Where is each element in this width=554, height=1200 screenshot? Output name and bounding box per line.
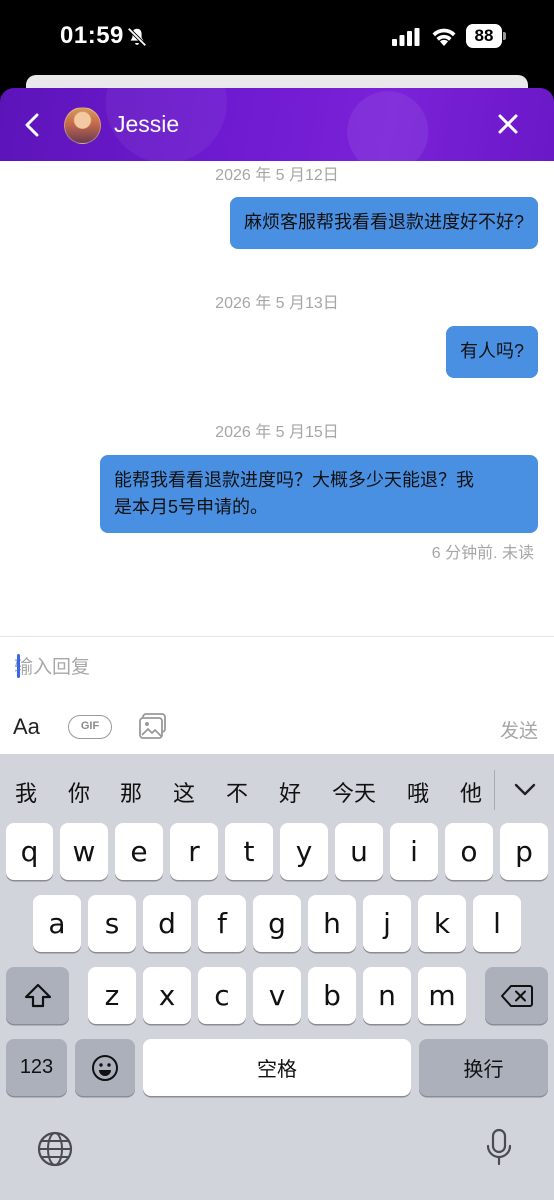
battery-level: 88 xyxy=(466,24,502,48)
numbers-key[interactable]: 123 xyxy=(6,1039,67,1096)
key-c[interactable]: c xyxy=(198,967,246,1024)
shift-icon xyxy=(24,983,51,1007)
image-icon[interactable] xyxy=(138,712,168,740)
wifi-icon xyxy=(432,28,456,46)
key-s[interactable]: s xyxy=(88,895,136,952)
candidate-word[interactable]: 他 xyxy=(460,776,482,808)
date-separator: 2026 年 5 月15日 xyxy=(215,424,339,441)
close-icon[interactable] xyxy=(494,110,522,138)
key-x[interactable]: x xyxy=(143,967,191,1024)
key-h[interactable]: h xyxy=(308,895,356,952)
candidate-word[interactable]: 那 xyxy=(120,776,142,808)
key-f[interactable]: f xyxy=(198,895,246,952)
key-n[interactable]: n xyxy=(363,967,411,1024)
message-text-line: 能帮我看看退款进度吗？大概多少天能退？我 xyxy=(114,470,474,490)
key-d[interactable]: d xyxy=(143,895,191,952)
contact-name: Jessie xyxy=(114,111,180,137)
date-separator: 2026 年 5 月13日 xyxy=(215,295,339,312)
key-l[interactable]: l xyxy=(473,895,521,952)
candidate-word[interactable]: 今天 xyxy=(332,776,376,808)
message-list[interactable]: 2026 年 5 月12日 麻烦客服帮我看看退款进度好不好? 2026 年 5 … xyxy=(0,161,554,636)
key-q[interactable]: q xyxy=(6,823,53,880)
candidate-word[interactable]: 这 xyxy=(173,776,195,808)
microphone-icon[interactable] xyxy=(484,1128,514,1168)
chat-header: Jessie xyxy=(0,88,554,161)
message-text-line: 是本月5号申请的。 xyxy=(114,497,269,517)
avatar[interactable] xyxy=(64,107,101,144)
delete-icon xyxy=(500,984,533,1007)
reply-input[interactable] xyxy=(14,655,494,681)
signal-icon xyxy=(392,28,420,46)
key-v[interactable]: v xyxy=(253,967,301,1024)
composer: Aa GIF 发送 xyxy=(0,636,554,754)
text-format-button[interactable]: Aa xyxy=(13,714,40,740)
shift-key[interactable] xyxy=(6,967,69,1024)
date-separator: 2026 年 5 月12日 xyxy=(215,167,339,184)
key-u[interactable]: u xyxy=(335,823,383,880)
candidate-word[interactable]: 不 xyxy=(226,776,248,808)
return-key[interactable]: 换行 xyxy=(419,1039,548,1096)
emoji-icon xyxy=(92,1054,118,1081)
bell-off-icon xyxy=(127,27,147,47)
key-e[interactable]: e xyxy=(115,823,163,880)
key-t[interactable]: t xyxy=(225,823,273,880)
send-button[interactable]: 发送 xyxy=(500,716,538,743)
candidate-word[interactable]: 我 xyxy=(15,776,37,808)
text-cursor xyxy=(17,654,20,678)
key-z[interactable]: z xyxy=(88,967,136,1024)
message-bubble[interactable]: 有人吗? xyxy=(445,326,538,378)
chevron-down-icon[interactable] xyxy=(512,778,538,800)
message-bubble[interactable]: 能帮我看看退款进度吗？大概多少天能退？我 是本月5号申请的。 xyxy=(100,455,538,533)
delete-key[interactable] xyxy=(485,967,548,1024)
emoji-key[interactable] xyxy=(75,1039,135,1096)
candidate-word[interactable]: 好 xyxy=(279,776,301,808)
candidate-word[interactable]: 你 xyxy=(68,776,90,808)
message-status: 6 分钟前. 未读 xyxy=(431,545,534,562)
status-time: 01:59 xyxy=(60,22,124,49)
key-g[interactable]: g xyxy=(253,895,301,952)
message-bubble[interactable]: 麻烦客服帮我看看退款进度好不好? xyxy=(229,197,538,249)
back-icon[interactable] xyxy=(18,110,48,140)
gif-button[interactable]: GIF xyxy=(68,715,112,739)
key-j[interactable]: j xyxy=(363,895,411,952)
candidate-word[interactable]: 哦 xyxy=(407,776,429,808)
candidate-bar: 我 你 那 这 不 好 今天 哦 他 xyxy=(0,754,554,824)
keyboard: 我 你 那 这 不 好 今天 哦 他 q w e r t y u i o p a… xyxy=(0,754,554,1200)
key-a[interactable]: a xyxy=(33,895,81,952)
key-b[interactable]: b xyxy=(308,967,356,1024)
key-o[interactable]: o xyxy=(445,823,493,880)
key-i[interactable]: i xyxy=(390,823,438,880)
candidate-divider xyxy=(494,770,495,810)
key-w[interactable]: w xyxy=(60,823,108,880)
space-key[interactable]: 空格 xyxy=(143,1039,411,1096)
key-k[interactable]: k xyxy=(418,895,466,952)
key-m[interactable]: m xyxy=(418,967,466,1024)
key-y[interactable]: y xyxy=(280,823,328,880)
key-p[interactable]: p xyxy=(500,823,548,880)
status-bar: 01:59 88 xyxy=(0,0,554,78)
globe-icon[interactable] xyxy=(36,1130,74,1168)
battery-icon: 88 xyxy=(466,24,506,48)
key-r[interactable]: r xyxy=(170,823,218,880)
